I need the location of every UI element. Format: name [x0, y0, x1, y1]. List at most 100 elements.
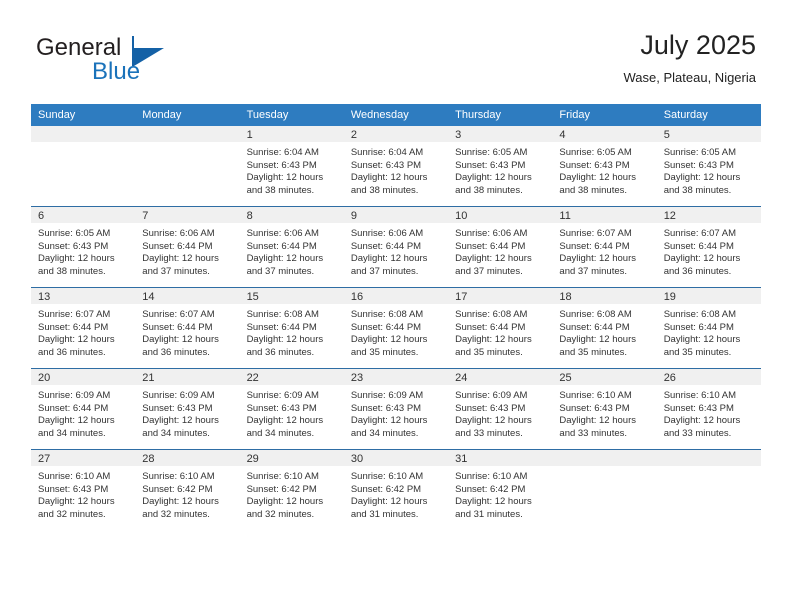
sunrise-text: Sunrise: 6:09 AM — [246, 390, 319, 401]
day-cell[interactable]: 5 Sunrise: 6:05 AM Sunset: 6:43 PM Dayli… — [656, 126, 761, 207]
sunrise-text: Sunrise: 6:04 AM — [246, 147, 319, 158]
day-cell[interactable]: 22 Sunrise: 6:09 AM Sunset: 6:43 PM Dayl… — [239, 368, 344, 450]
day-cell[interactable] — [135, 126, 240, 207]
day-number: 3 — [448, 126, 553, 142]
day-cell[interactable]: 12 Sunrise: 6:07 AM Sunset: 6:44 PM Dayl… — [656, 206, 761, 288]
day-cell[interactable]: 23 Sunrise: 6:09 AM Sunset: 6:43 PM Dayl… — [343, 368, 449, 450]
day-cell[interactable]: 16 Sunrise: 6:08 AM Sunset: 6:44 PM Dayl… — [343, 287, 449, 369]
daylight-text-line2: and 33 minutes. — [663, 427, 732, 439]
day-number: 28 — [135, 450, 240, 466]
day-number: 13 — [31, 288, 136, 304]
page-header: General Blue July 2025 Wase, Plateau, Ni… — [36, 28, 756, 98]
sunrise-text: Sunrise: 6:05 AM — [455, 147, 528, 158]
daylight-text-line1: Daylight: 12 hours — [350, 172, 428, 184]
day-cell[interactable]: 25 Sunrise: 6:10 AM Sunset: 6:43 PM Dayl… — [552, 368, 657, 450]
daylight-text-line2: and 32 minutes. — [246, 508, 315, 520]
day-cell[interactable] — [656, 449, 761, 530]
day-cell[interactable]: 29 Sunrise: 6:10 AM Sunset: 6:42 PM Dayl… — [239, 449, 344, 530]
daylight-text-line2: and 37 minutes. — [142, 265, 210, 277]
sunrise-text: Sunrise: 6:09 AM — [38, 390, 111, 401]
day-number: 1 — [239, 126, 344, 142]
day-cell[interactable]: 31 Sunrise: 6:10 AM Sunset: 6:42 PM Dayl… — [448, 449, 553, 530]
daylight-text-line2: and 31 minutes. — [455, 508, 523, 520]
daylight-text-line2: and 34 minutes. — [350, 427, 419, 439]
sunset-text: Sunset: 6:44 PM — [455, 321, 526, 333]
day-details — [135, 142, 239, 147]
day-cell[interactable] — [552, 449, 657, 530]
sunrise-text: Sunrise: 6:10 AM — [142, 471, 215, 482]
sunrise-text: Sunrise: 6:10 AM — [246, 471, 319, 482]
day-details: Sunrise: 6:05 AM Sunset: 6:43 PM Dayligh… — [31, 223, 135, 278]
day-cell[interactable]: 4 Sunrise: 6:05 AM Sunset: 6:43 PM Dayli… — [552, 126, 657, 207]
day-cell[interactable]: 11 Sunrise: 6:07 AM Sunset: 6:44 PM Dayl… — [552, 206, 657, 288]
sunrise-text: Sunrise: 6:07 AM — [142, 309, 215, 320]
day-number: 19 — [656, 288, 761, 304]
day-details: Sunrise: 6:05 AM Sunset: 6:43 PM Dayligh… — [552, 142, 656, 197]
sunset-text: Sunset: 6:43 PM — [38, 483, 109, 495]
day-cell[interactable]: 8 Sunrise: 6:06 AM Sunset: 6:44 PM Dayli… — [239, 206, 344, 288]
day-cell[interactable]: 13 Sunrise: 6:07 AM Sunset: 6:44 PM Dayl… — [31, 287, 136, 369]
day-details: Sunrise: 6:10 AM Sunset: 6:42 PM Dayligh… — [344, 466, 448, 521]
sunset-text: Sunset: 6:44 PM — [559, 321, 630, 333]
day-details: Sunrise: 6:10 AM Sunset: 6:42 PM Dayligh… — [240, 466, 344, 521]
daylight-text-line2: and 31 minutes. — [350, 508, 419, 520]
day-cell[interactable]: 2 Sunrise: 6:04 AM Sunset: 6:43 PM Dayli… — [343, 126, 449, 207]
daylight-text-line1: Daylight: 12 hours — [246, 253, 324, 265]
sunset-text: Sunset: 6:43 PM — [455, 159, 526, 171]
sunset-text: Sunset: 6:43 PM — [559, 402, 630, 414]
day-cell[interactable] — [31, 126, 136, 207]
day-cell[interactable]: 10 Sunrise: 6:06 AM Sunset: 6:44 PM Dayl… — [448, 206, 553, 288]
day-cell[interactable]: 9 Sunrise: 6:06 AM Sunset: 6:44 PM Dayli… — [343, 206, 449, 288]
day-number: 9 — [343, 207, 449, 223]
day-cell[interactable]: 27 Sunrise: 6:10 AM Sunset: 6:43 PM Dayl… — [31, 449, 136, 530]
weekday-header-tuesday: Tuesday — [239, 104, 344, 126]
sunrise-text: Sunrise: 6:08 AM — [350, 309, 424, 320]
weekday-header-monday: Monday — [135, 104, 240, 126]
day-cell[interactable]: 26 Sunrise: 6:10 AM Sunset: 6:43 PM Dayl… — [656, 368, 761, 450]
day-number: 26 — [656, 369, 761, 385]
day-details: Sunrise: 6:07 AM Sunset: 6:44 PM Dayligh… — [657, 223, 761, 278]
day-details: Sunrise: 6:10 AM Sunset: 6:42 PM Dayligh… — [448, 466, 552, 521]
day-cell[interactable]: 15 Sunrise: 6:08 AM Sunset: 6:44 PM Dayl… — [239, 287, 344, 369]
day-cell[interactable]: 30 Sunrise: 6:10 AM Sunset: 6:42 PM Dayl… — [343, 449, 449, 530]
day-cell[interactable]: 17 Sunrise: 6:08 AM Sunset: 6:44 PM Dayl… — [448, 287, 553, 369]
daylight-text-line1: Daylight: 12 hours — [559, 172, 636, 184]
day-details: Sunrise: 6:08 AM Sunset: 6:44 PM Dayligh… — [657, 304, 761, 359]
daylight-text-line2: and 32 minutes. — [142, 508, 210, 520]
day-cell[interactable]: 18 Sunrise: 6:08 AM Sunset: 6:44 PM Dayl… — [552, 287, 657, 369]
sunrise-text: Sunrise: 6:08 AM — [559, 309, 632, 320]
sunset-text: Sunset: 6:44 PM — [38, 321, 109, 333]
daylight-text-line1: Daylight: 12 hours — [142, 415, 219, 427]
day-cell[interactable]: 28 Sunrise: 6:10 AM Sunset: 6:42 PM Dayl… — [135, 449, 240, 530]
day-cell[interactable]: 21 Sunrise: 6:09 AM Sunset: 6:43 PM Dayl… — [135, 368, 240, 450]
generalblue-logo[interactable]: General Blue — [36, 34, 256, 92]
day-cell[interactable]: 14 Sunrise: 6:07 AM Sunset: 6:44 PM Dayl… — [135, 287, 240, 369]
day-number: 2 — [343, 126, 449, 142]
day-number — [31, 126, 136, 142]
page-title: July 2025 — [640, 30, 756, 60]
daylight-text-line1: Daylight: 12 hours — [38, 334, 115, 346]
sunset-text: Sunset: 6:43 PM — [559, 159, 630, 171]
day-number: 31 — [448, 450, 553, 466]
daylight-text-line1: Daylight: 12 hours — [559, 334, 636, 346]
day-cell[interactable]: 3 Sunrise: 6:05 AM Sunset: 6:43 PM Dayli… — [448, 126, 553, 207]
day-details: Sunrise: 6:08 AM Sunset: 6:44 PM Dayligh… — [552, 304, 656, 359]
daylight-text-line2: and 38 minutes. — [350, 184, 419, 196]
day-details: Sunrise: 6:07 AM Sunset: 6:44 PM Dayligh… — [552, 223, 656, 278]
sunrise-text: Sunrise: 6:09 AM — [142, 390, 215, 401]
day-details: Sunrise: 6:05 AM Sunset: 6:43 PM Dayligh… — [657, 142, 761, 197]
calendar-week-row: 27 Sunrise: 6:10 AM Sunset: 6:43 PM Dayl… — [31, 449, 761, 530]
day-cell[interactable]: 19 Sunrise: 6:08 AM Sunset: 6:44 PM Dayl… — [656, 287, 761, 369]
calendar-table: Sunday Monday Tuesday Wednesday Thursday… — [31, 104, 761, 530]
day-cell[interactable]: 7 Sunrise: 6:06 AM Sunset: 6:44 PM Dayli… — [135, 206, 240, 288]
day-cell[interactable]: 20 Sunrise: 6:09 AM Sunset: 6:44 PM Dayl… — [31, 368, 136, 450]
daylight-text-line2: and 37 minutes. — [559, 265, 628, 277]
day-number: 5 — [656, 126, 761, 142]
day-cell[interactable]: 24 Sunrise: 6:09 AM Sunset: 6:43 PM Dayl… — [448, 368, 553, 450]
daylight-text-line2: and 34 minutes. — [38, 427, 106, 439]
day-cell[interactable]: 6 Sunrise: 6:05 AM Sunset: 6:43 PM Dayli… — [31, 206, 136, 288]
daylight-text-line1: Daylight: 12 hours — [246, 334, 324, 346]
day-number: 16 — [343, 288, 449, 304]
day-cell[interactable]: 1 Sunrise: 6:04 AM Sunset: 6:43 PM Dayli… — [239, 126, 344, 207]
sunrise-text: Sunrise: 6:10 AM — [350, 471, 424, 482]
